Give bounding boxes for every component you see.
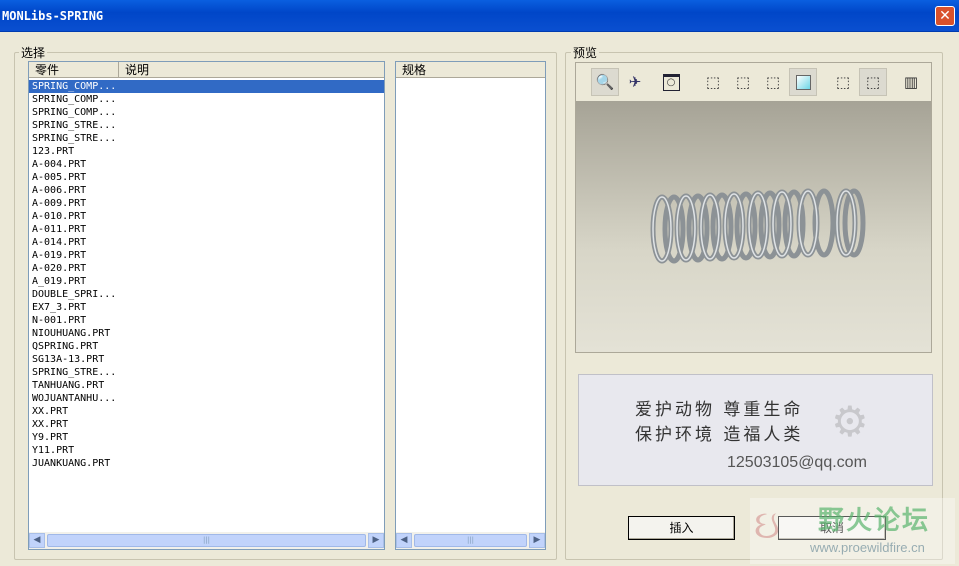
list-item[interactable]: N-001.PRT bbox=[29, 314, 384, 327]
scroll-thumb[interactable]: ||| bbox=[47, 534, 366, 547]
list-item[interactable]: A-011.PRT bbox=[29, 223, 384, 236]
select-group-label: 选择 bbox=[19, 44, 48, 61]
list-item[interactable]: A-006.PRT bbox=[29, 184, 384, 197]
list-item[interactable]: SPRING_COMP... bbox=[29, 80, 384, 93]
perspective-icon[interactable]: ⬚ bbox=[829, 68, 857, 96]
shaded-icon[interactable] bbox=[789, 68, 817, 96]
list-item[interactable]: SPRING_STRE... bbox=[29, 366, 384, 379]
watermark-name: 野火论坛 bbox=[818, 506, 931, 536]
list-item[interactable]: A-004.PRT bbox=[29, 158, 384, 171]
list-item[interactable]: A_019.PRT bbox=[29, 275, 384, 288]
list-item[interactable]: QSPRING.PRT bbox=[29, 340, 384, 353]
insert-button[interactable]: 插入 bbox=[628, 516, 735, 540]
parts-hscrollbar[interactable]: ◀ ||| ▶ bbox=[29, 532, 384, 549]
close-button[interactable]: ✕ bbox=[935, 6, 955, 26]
list-item[interactable]: SPRING_COMP... bbox=[29, 106, 384, 119]
list-item[interactable]: 123.PRT bbox=[29, 145, 384, 158]
scroll-left-button[interactable]: ◀ bbox=[396, 533, 412, 548]
spec-list[interactable]: 规格 ◀ ||| ▶ bbox=[395, 61, 546, 550]
animation-icon[interactable]: ▥ bbox=[897, 68, 925, 96]
banner: 爱护动物 尊重生命 保护环境 造福人类 ⚙ 12503105@qq.com bbox=[578, 374, 933, 486]
list-item[interactable]: A-014.PRT bbox=[29, 236, 384, 249]
list-item[interactable]: EX7_3.PRT bbox=[29, 301, 384, 314]
spin-icon[interactable]: 🔍 bbox=[591, 68, 619, 96]
spec-list-header: 规格 bbox=[396, 62, 545, 78]
column-header-spec[interactable]: 规格 bbox=[396, 62, 545, 77]
list-item[interactable]: Y9.PRT bbox=[29, 431, 384, 444]
banner-email: 12503105@qq.com bbox=[727, 454, 867, 471]
list-item[interactable]: A-009.PRT bbox=[29, 197, 384, 210]
column-header-description[interactable]: 说明 bbox=[119, 62, 384, 77]
list-item[interactable]: A-019.PRT bbox=[29, 249, 384, 262]
wireframe-icon[interactable]: ⬚ bbox=[699, 68, 727, 96]
scroll-right-button[interactable]: ▶ bbox=[368, 533, 384, 548]
list-item[interactable]: XX.PRT bbox=[29, 405, 384, 418]
list-item[interactable]: WOJUANTANHU... bbox=[29, 392, 384, 405]
banner-line2: 保护环境 造福人类 bbox=[635, 425, 804, 445]
list-item[interactable]: Y11.PRT bbox=[29, 444, 384, 457]
column-header-part[interactable]: 零件 bbox=[29, 62, 119, 77]
list-item[interactable]: DOUBLE_SPRI... bbox=[29, 288, 384, 301]
model-viewport[interactable] bbox=[576, 101, 931, 352]
preview-group-label: 预览 bbox=[571, 44, 600, 61]
list-item[interactable]: SG13A-13.PRT bbox=[29, 353, 384, 366]
banner-line1: 爱护动物 尊重生命 bbox=[635, 400, 804, 420]
list-item[interactable]: TANHUANG.PRT bbox=[29, 379, 384, 392]
scroll-right-button[interactable]: ▶ bbox=[529, 533, 545, 548]
list-item[interactable]: XX.PRT bbox=[29, 418, 384, 431]
title-bar bbox=[0, 0, 959, 32]
spring-model bbox=[650, 188, 866, 264]
orthographic-icon[interactable]: ⬚ bbox=[859, 68, 887, 96]
parts-rows: SPRING_COMP... SPRING_COMP... SPRING_COMP.… bbox=[29, 78, 384, 532]
list-item[interactable]: A-005.PRT bbox=[29, 171, 384, 184]
list-item[interactable]: NIOUHUANG.PRT bbox=[29, 327, 384, 340]
butterfly-logo-icon: ઇ bbox=[754, 502, 780, 548]
scroll-left-button[interactable]: ◀ bbox=[29, 533, 45, 548]
spec-hscrollbar[interactable]: ◀ ||| ▶ bbox=[396, 532, 545, 549]
parts-list-header: 零件 说明 bbox=[29, 62, 384, 78]
list-item[interactable]: SPRING_STRE... bbox=[29, 132, 384, 145]
zoom-window-icon[interactable]: ○ bbox=[657, 68, 685, 96]
watermark: ઇ 野火论坛 www.proewildfire.cn bbox=[750, 498, 955, 564]
list-item[interactable]: SPRING_COMP... bbox=[29, 93, 384, 106]
scroll-thumb[interactable]: ||| bbox=[414, 534, 527, 547]
fly-icon[interactable]: ✈ bbox=[621, 68, 649, 96]
list-item[interactable]: SPRING_STRE... bbox=[29, 119, 384, 132]
preview-panel: 🔍 ✈ ○ ⬚ ⬚ ⬚ ⬚ ⬚ ▥ bbox=[575, 62, 932, 353]
watermark-url: www.proewildfire.cn bbox=[810, 540, 925, 555]
list-item[interactable]: A-010.PRT bbox=[29, 210, 384, 223]
gear-icon: ⚙ bbox=[831, 397, 869, 446]
parts-list[interactable]: 零件 说明 SPRING_COMP... SPRING_COMP... SPRING… bbox=[28, 61, 385, 550]
window-title: MONLibs-SPRING bbox=[2, 9, 104, 23]
list-item[interactable]: A-020.PRT bbox=[29, 262, 384, 275]
list-item[interactable]: JUANKUANG.PRT bbox=[29, 457, 384, 470]
hidden-line-icon[interactable]: ⬚ bbox=[729, 68, 757, 96]
no-hidden-icon[interactable]: ⬚ bbox=[759, 68, 787, 96]
